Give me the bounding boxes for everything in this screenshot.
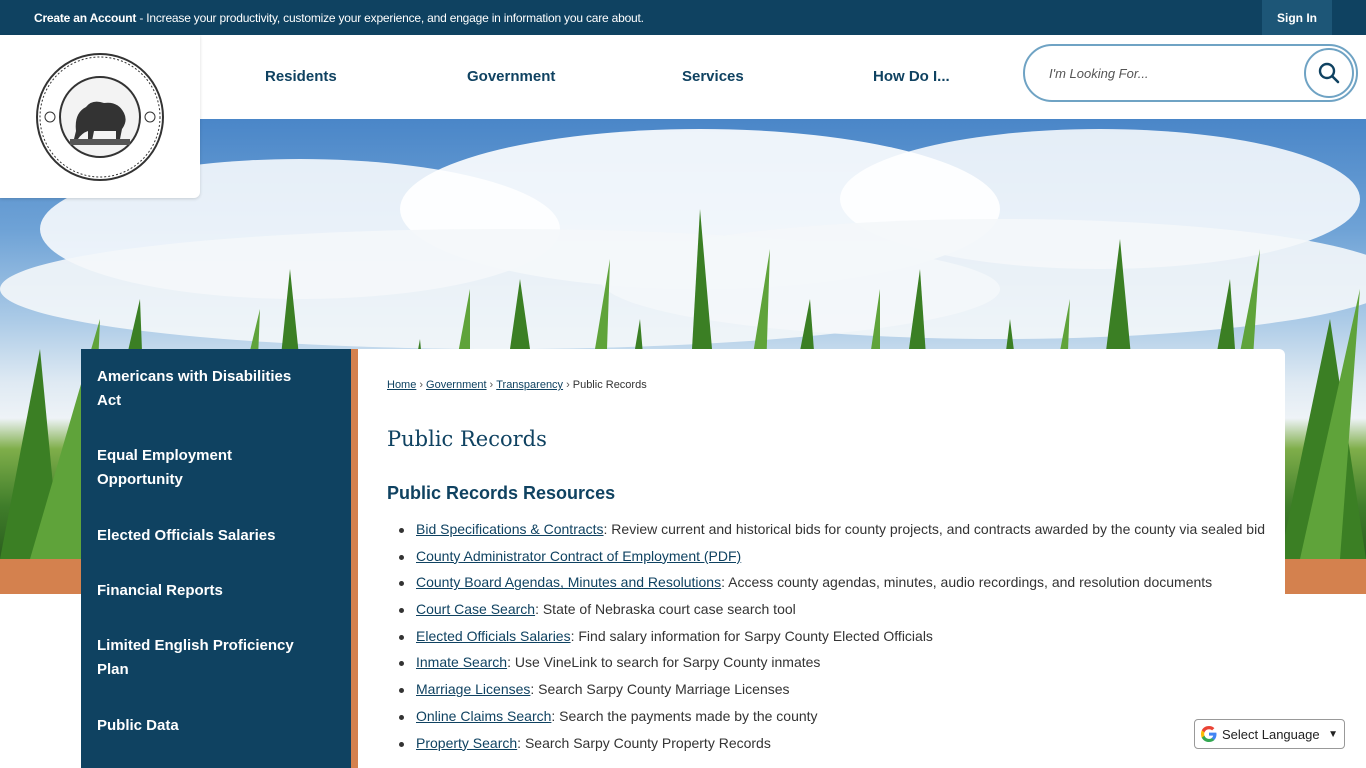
sidebar-nav: Americans with Disabilities Act Equal Em… — [81, 349, 353, 768]
resource-link[interactable]: County Administrator Contract of Employm… — [416, 548, 741, 564]
breadcrumb-separator: › — [489, 379, 494, 391]
resource-link[interactable]: Online Claims Search — [416, 708, 551, 724]
sidebar-item-elected-salaries[interactable]: Elected Officials Salaries — [97, 524, 297, 548]
search-box — [1023, 44, 1358, 102]
main-content: Home › Government › Transparency › Public Reco… — [351, 349, 1285, 768]
resource-description: : Search Sarpy County Marriage Licenses — [530, 681, 790, 698]
breadcrumb: Home › Government › Transparency › Public Reco… — [387, 379, 647, 391]
breadcrumb-home[interactable]: Home — [387, 379, 416, 391]
resource-link[interactable]: Property Search — [416, 735, 517, 751]
resource-link[interactable]: Marriage Licenses — [416, 681, 530, 697]
county-seal-logo[interactable] — [0, 35, 200, 198]
create-account-text: - Increase your productivity, customize … — [136, 11, 644, 25]
search-input[interactable] — [1049, 62, 1289, 84]
resource-description: : Review current and historical bids for… — [603, 521, 1265, 537]
resource-description: : Search the payments made by the county — [551, 707, 818, 724]
resource-link[interactable]: Inmate Search — [416, 654, 507, 670]
list-item: County Board Agendas, Minutes and Resolu… — [387, 574, 1267, 601]
list-item: Bid Specifications & Contracts: Review c… — [387, 521, 1267, 548]
language-select[interactable]: Select Language ▼ — [1194, 719, 1345, 749]
breadcrumb-government[interactable]: Government — [426, 379, 487, 391]
sarpy-county-seal-icon — [36, 52, 164, 181]
resource-description: : Search Sarpy County Property Records — [517, 734, 771, 751]
list-item: County Administrator Contract of Employm… — [387, 548, 1267, 575]
page-title: Public Records — [387, 427, 547, 451]
sign-in-button[interactable]: Sign In — [1262, 0, 1332, 35]
resource-description: : State of Nebraska court case search to… — [535, 601, 796, 618]
create-account-link[interactable]: Create an Account — [34, 11, 136, 25]
top-bar: Create an Account - Increase your produc… — [0, 0, 1366, 35]
nav-government[interactable]: Government — [467, 68, 555, 85]
resource-link[interactable]: County Board Agendas, Minutes and Resolu… — [416, 574, 721, 590]
sidebar-item-lep-plan[interactable]: Limited English Proficiency Plan — [97, 634, 297, 682]
sidebar-item-equal-employment[interactable]: Equal Employment Opportunity — [97, 444, 297, 492]
create-account-message: Create an Account - Increase your produc… — [34, 11, 644, 25]
resource-description: : Access county agendas, minutes, audio … — [721, 574, 1213, 591]
resource-link[interactable]: Elected Officials Salaries — [416, 628, 571, 644]
search-icon — [1318, 62, 1340, 84]
resource-description: : Use VineLink to search for Sarpy Count… — [507, 654, 821, 671]
breadcrumb-current: Public Records — [572, 379, 647, 391]
list-item: Court Case Search: State of Nebraska cou… — [387, 601, 1267, 628]
list-item: Elected Officials Salaries: Find salary … — [387, 628, 1267, 655]
sidebar-item-financial-reports[interactable]: Financial Reports — [97, 579, 297, 603]
list-item: Inmate Search: Use VineLink to search fo… — [387, 654, 1267, 681]
breadcrumb-transparency[interactable]: Transparency — [496, 379, 563, 391]
language-select-label: Select Language — [1222, 726, 1320, 742]
resource-link[interactable]: Court Case Search — [416, 601, 535, 617]
sidebar-item-public-data[interactable]: Public Data — [97, 714, 297, 738]
breadcrumb-separator: › — [419, 379, 424, 391]
google-g-icon — [1201, 726, 1217, 742]
nav-services[interactable]: Services — [682, 68, 744, 85]
search-button[interactable] — [1304, 48, 1354, 98]
list-item: Online Claims Search: Search the payment… — [387, 708, 1267, 735]
chevron-down-icon: ▼ — [1328, 729, 1338, 740]
nav-how-do-i[interactable]: How Do I... — [873, 68, 950, 85]
breadcrumb-separator: › — [566, 379, 570, 391]
list-item: Marriage Licenses: Search Sarpy County M… — [387, 681, 1267, 708]
nav-residents[interactable]: Residents — [265, 68, 337, 85]
resources-list: Bid Specifications & Contracts: Review c… — [387, 521, 1267, 761]
sidebar-item-ada[interactable]: Americans with Disabilities Act — [97, 365, 297, 413]
section-title: Public Records Resources — [387, 483, 616, 503]
resource-link[interactable]: Bid Specifications & Contracts — [416, 521, 604, 537]
resource-description: : Find salary information for Sarpy Coun… — [570, 627, 933, 644]
list-item: Property Search: Search Sarpy County Pro… — [387, 735, 1267, 762]
